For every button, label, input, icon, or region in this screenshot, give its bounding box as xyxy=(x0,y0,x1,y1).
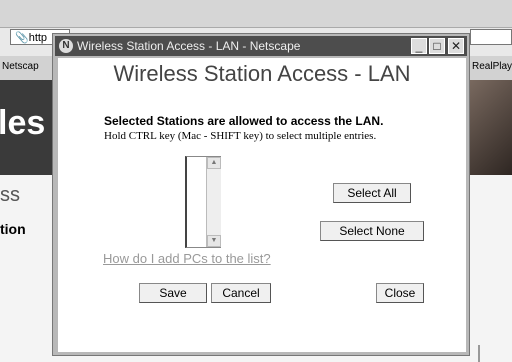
scroll-up-icon[interactable]: ▲ xyxy=(207,157,221,169)
scroll-down-icon[interactable]: ▼ xyxy=(207,235,221,247)
help-link[interactable]: How do I add PCs to the list? xyxy=(103,251,271,266)
close-window-button[interactable]: ✕ xyxy=(448,38,464,54)
hero-text: les xyxy=(0,104,46,142)
minimize-icon: _ xyxy=(415,39,423,53)
link-icon: 📎 xyxy=(15,32,29,44)
cancel-button[interactable]: Cancel xyxy=(211,283,271,303)
instruction-hint: Hold CTRL key (Mac - SHIFT key) to selec… xyxy=(104,130,377,142)
minimize-button[interactable]: _ xyxy=(411,38,427,54)
stations-listbox[interactable]: ▲ ▼ xyxy=(185,156,221,248)
address-bar-right[interactable] xyxy=(470,29,512,45)
side-heading: ss xyxy=(0,184,20,206)
bookmark-link-realplayer[interactable]: RealPlaye xyxy=(472,61,512,72)
netscape-icon: N xyxy=(59,39,73,53)
window-title: Wireless Station Access - LAN - Netscape xyxy=(77,39,301,53)
save-button[interactable]: Save xyxy=(139,283,207,303)
divider xyxy=(478,345,480,362)
maximize-button[interactable]: □ xyxy=(429,38,445,54)
close-icon: ✕ xyxy=(450,39,462,53)
bookmark-link-netscape[interactable]: Netscap xyxy=(2,61,39,72)
dialog-content: Wireless Station Access - LAN Selected S… xyxy=(58,58,466,352)
title-bar[interactable]: N Wireless Station Access - LAN - Netsca… xyxy=(55,36,467,56)
dialog-window: N Wireless Station Access - LAN - Netsca… xyxy=(52,33,470,356)
page-title: Wireless Station Access - LAN xyxy=(113,61,411,86)
browser-toolbar xyxy=(0,0,512,28)
side-label: tion xyxy=(0,221,26,237)
instruction-text: Selected Stations are allowed to access … xyxy=(104,114,384,128)
close-button[interactable]: Close xyxy=(376,283,424,303)
address-text: http xyxy=(28,32,48,44)
select-all-button[interactable]: Select All xyxy=(333,183,411,203)
maximize-icon: □ xyxy=(433,39,441,53)
hero-photo xyxy=(468,80,512,175)
listbox-scrollbar[interactable]: ▲ ▼ xyxy=(206,157,221,247)
select-none-button[interactable]: Select None xyxy=(320,221,424,241)
